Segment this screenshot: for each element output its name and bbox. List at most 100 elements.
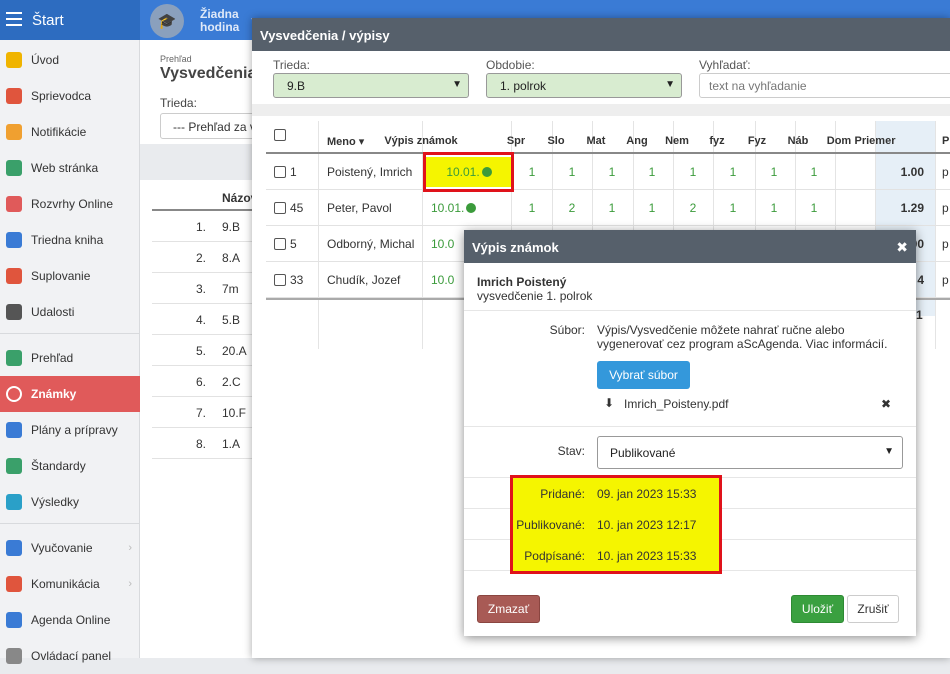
grade-cell[interactable]: 1 <box>764 201 784 215</box>
select-all-checkbox[interactable] <box>274 129 286 141</box>
delete-button[interactable]: Zmazať <box>477 595 540 623</box>
start-button[interactable]: Štart <box>0 0 140 40</box>
sidebar-item-14[interactable]: Komunikácia › <box>0 566 140 602</box>
column-header-fyz1[interactable]: fyz <box>698 135 736 147</box>
row-checkbox[interactable] <box>274 238 286 250</box>
current-lesson-selector[interactable]: 🎓 Žiadna hodina ▼ <box>150 3 259 39</box>
grade-cell[interactable]: 1 <box>642 165 662 179</box>
vypis-cell[interactable]: 10.01. <box>431 201 477 215</box>
table-row[interactable]: 8. 1.A <box>152 428 262 459</box>
table-row[interactable]: 7. 10.F <box>152 397 262 428</box>
sidebar-item-label: Agenda Online <box>31 613 111 627</box>
sidebar-item-15[interactable]: Agenda Online <box>0 602 140 638</box>
column-header-nab[interactable]: Náb <box>778 135 818 147</box>
sidebar-item-4[interactable]: Rozvrhy Online <box>0 186 140 222</box>
cancel-button[interactable]: Zrušiť <box>847 595 899 623</box>
column-header-ang[interactable]: Ang <box>617 135 657 147</box>
sidebar-item-7[interactable]: Udalosti <box>0 294 140 330</box>
column-header-extra[interactable]: P <box>942 135 949 147</box>
row-checkbox[interactable] <box>274 166 286 178</box>
student-name[interactable]: Chudík, Jozef <box>327 273 400 287</box>
download-icon[interactable]: ⬇ <box>604 396 614 410</box>
column-header-meno[interactable]: Meno ▾ <box>327 135 364 148</box>
table-row[interactable]: 5. 20.A <box>152 335 262 366</box>
trieda-select[interactable]: 9.B ▼ <box>273 73 469 98</box>
sidebar-item-3[interactable]: Web stránka <box>0 150 140 186</box>
sidebar-item-1[interactable]: Sprievodca <box>0 78 140 114</box>
class-name: 7m <box>222 282 239 296</box>
grade-cell[interactable]: 1 <box>602 201 622 215</box>
column-header-nem[interactable]: Nem <box>656 135 698 147</box>
row-number: 8. <box>195 437 206 451</box>
column-header-vypis[interactable]: Výpis známok <box>376 135 466 147</box>
grade-cell[interactable]: 1 <box>562 165 582 179</box>
row-checkbox[interactable] <box>274 202 286 214</box>
row-number: 4. <box>195 313 206 327</box>
class-name: 20.A <box>222 344 247 358</box>
remove-file-icon[interactable]: ✖ <box>881 397 891 411</box>
sidebar-item-13[interactable]: Vyučovanie › <box>0 530 140 566</box>
grade-cell[interactable]: 1 <box>683 165 703 179</box>
save-button[interactable]: Uložiť <box>791 595 844 623</box>
close-icon[interactable]: ✖ <box>896 239 908 256</box>
sidebar-item-10[interactable]: Plány a prípravy <box>0 412 140 448</box>
grade-cell[interactable]: 1 <box>602 165 622 179</box>
vypis-cell[interactable]: 10.0 <box>431 273 454 287</box>
grade-cell[interactable]: 2 <box>683 201 703 215</box>
table-row[interactable]: 1 Poistený, Imrich 10.01. 1 1 1 1 1 1 1 1 1.00 p <box>266 154 950 190</box>
table-row[interactable]: 2. 8.A <box>152 242 262 273</box>
table-row[interactable]: 3. 7m <box>152 273 262 304</box>
grade-cell[interactable]: 1 <box>804 165 824 179</box>
hamburger-icon[interactable] <box>6 12 22 26</box>
sidebar-item-8[interactable]: Prehľad <box>0 340 140 376</box>
grade-cell[interactable]: 1 <box>642 201 662 215</box>
grade-cell[interactable]: 1 <box>804 201 824 215</box>
sidebar-item-6[interactable]: Suplovanie <box>0 258 140 294</box>
row-number: 1. <box>195 220 206 234</box>
column-header-slo[interactable]: Slo <box>536 135 576 147</box>
column-header-mat[interactable]: Mat <box>576 135 616 147</box>
obdobie-select[interactable]: 1. polrok ▼ <box>486 73 682 98</box>
grade-cell[interactable]: 1 <box>723 201 743 215</box>
obdobie-label: Obdobie: <box>486 58 535 72</box>
sidebar-item-label: Plány a prípravy <box>31 423 118 437</box>
extra-value: p <box>942 201 949 215</box>
row-checkbox[interactable] <box>274 274 286 286</box>
grade-cell[interactable]: 1 <box>723 165 743 179</box>
choose-file-button[interactable]: Vybrať súbor <box>597 361 690 389</box>
row-number: 6. <box>195 375 206 389</box>
sidebar-item-0[interactable]: Úvod <box>0 42 140 78</box>
grade-cell[interactable]: 1 <box>522 165 542 179</box>
grade-cell[interactable]: 1 <box>522 201 542 215</box>
bar-chart-icon <box>6 494 22 510</box>
search-input[interactable]: text na vyhľadanie <box>699 73 950 98</box>
column-header-priemer[interactable]: Priemer <box>845 135 905 147</box>
sidebar-item-2[interactable]: Notifikácie <box>0 114 140 150</box>
sidebar-item-16[interactable]: Ovládací panel <box>0 638 140 674</box>
sidebar-item-11[interactable]: Štandardy <box>0 448 140 484</box>
column-header-fyz2[interactable]: Fyz <box>737 135 777 147</box>
sidebar-item-5[interactable]: Triedna kniha <box>0 222 140 258</box>
table-row[interactable]: 6. 2.C <box>152 366 262 397</box>
average-value: 1.29 <box>900 201 924 215</box>
table-row[interactable]: 4. 5.B <box>152 304 262 335</box>
student-name[interactable]: Odborný, Michal <box>327 237 414 251</box>
modal-title: Výpis známok <box>464 230 916 263</box>
student-name[interactable]: Poistený, Imrich <box>327 165 412 179</box>
check-circle-icon <box>6 350 22 366</box>
column-header-spr[interactable]: Spr <box>496 135 536 147</box>
sidebar-item-label: Štandardy <box>31 459 86 473</box>
table-row[interactable]: 45 Peter, Pavol 10.01. 1 2 1 1 2 1 1 1 1.29 p <box>266 190 950 226</box>
table-row[interactable]: 1. 9.B <box>152 211 262 242</box>
grade-cell[interactable]: 2 <box>562 201 582 215</box>
sidebar-item-label: Komunikácia <box>31 577 100 591</box>
stav-select[interactable]: Publikované ▼ <box>597 436 903 469</box>
file-link[interactable]: Imrich_Poisteny.pdf <box>624 397 729 411</box>
grade-cell[interactable]: 1 <box>764 165 784 179</box>
gray-bar <box>140 144 260 180</box>
student-name[interactable]: Peter, Pavol <box>327 201 392 215</box>
dates-highlight: Pridané: 09. jan 2023 15:33 Publikované:… <box>510 475 722 574</box>
sidebar-item-12[interactable]: Výsledky <box>0 484 140 520</box>
sidebar-item-9[interactable]: Známky <box>0 376 140 412</box>
vypis-cell[interactable]: 10.0 <box>431 237 454 251</box>
